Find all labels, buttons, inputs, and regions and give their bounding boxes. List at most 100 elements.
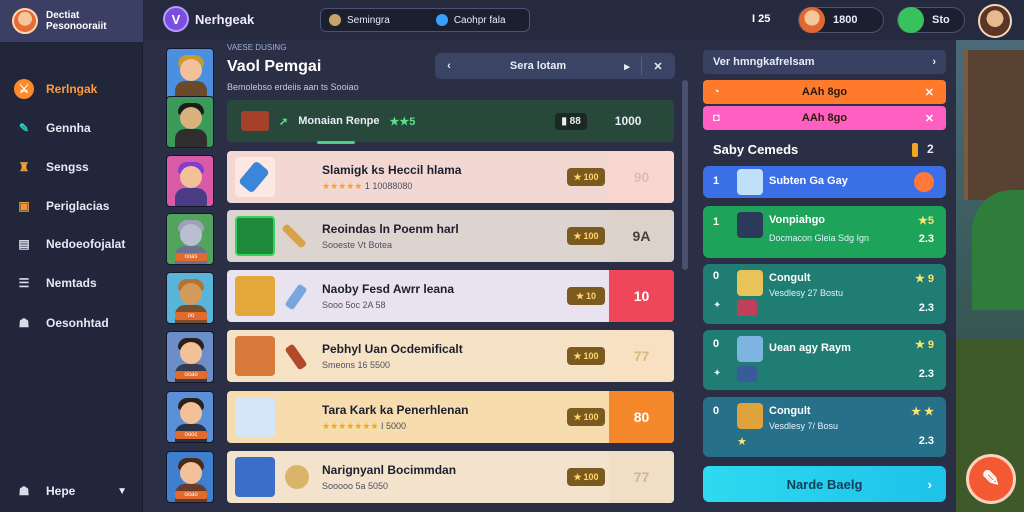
card-avatar	[737, 169, 763, 195]
card-rating: ★ 9	[914, 273, 934, 285]
card-subtitle: Vesdlesy 7/ Bosu	[769, 421, 839, 431]
shield-icon	[285, 465, 309, 489]
sidebar-item-label: Sengss	[46, 160, 89, 174]
chevron-left-icon[interactable]: ‹	[435, 53, 463, 79]
item-score: 77	[609, 330, 674, 382]
rank-value: 100	[583, 231, 599, 241]
quest-card[interactable]: 0 Uean agy Raym ★ 9 2.3 ✦	[703, 330, 946, 390]
pink-action-button[interactable]: ◘ AAh 8go ✕	[703, 106, 946, 130]
sidebar-item-label: Nedoeofojalat	[46, 237, 126, 251]
portrait-icon	[235, 216, 275, 256]
sidebar-item-periglacias[interactable]: ▣ Periglacias	[10, 191, 135, 221]
forward-icon[interactable]: ▸	[613, 53, 641, 79]
character-avatar[interactable]: ooao	[166, 451, 214, 503]
featured-score: 1000	[614, 114, 642, 128]
scrollbar[interactable]	[682, 80, 688, 270]
card-value: 2.3	[918, 302, 934, 314]
top-counter: I 25	[752, 13, 771, 25]
featured-tag: ▮ 88	[555, 112, 587, 130]
rank-badge: ★ 100	[567, 468, 605, 486]
item-stars: ★★★★★	[322, 181, 363, 191]
close-icon[interactable]: ✕	[642, 53, 674, 79]
coin-value-a: 1800	[833, 14, 858, 26]
orange-action-button[interactable]: ◔ AAh 8go ✕	[703, 80, 946, 104]
list-item[interactable]: Naoby Fesd Awrr leana Sooo 5oc 2A 58 ★ 10…	[227, 270, 674, 322]
quest-card[interactable]: 0 Congult Vesdlesy 27 Bostu ★ 9 2.3 ✦	[703, 264, 946, 324]
search-icon	[329, 14, 341, 26]
app-logo[interactable]: V	[163, 6, 189, 32]
coin-pill-b[interactable]: Sto	[897, 7, 965, 33]
tab-sera-lotam[interactable]: Sera lotam	[463, 53, 613, 79]
item-meta: ★★★★★ 1 10088080	[322, 181, 412, 192]
pink-action-label: AAh 8go	[801, 112, 848, 124]
quest-card[interactable]: 1 Subten Ga Gay	[703, 166, 946, 198]
card-avatar	[737, 336, 763, 362]
character-avatar[interactable]	[166, 155, 214, 207]
portrait-icon	[235, 457, 275, 497]
right-panel-header[interactable]: Ver hmngkafrelsam ›	[703, 50, 946, 74]
user-avatar[interactable]	[978, 4, 1012, 38]
card-value: 2.3	[918, 435, 934, 447]
card-name: Subten Ga Gay	[769, 175, 848, 187]
quest-card[interactable]: 0 Congult Vesdlesy 7/ Bosu ★ ★ 2.3 ★	[703, 397, 946, 457]
character-avatar[interactable]: ooas	[166, 213, 214, 265]
panel-title: Vaol Pemgai	[227, 58, 322, 75]
card-value: 2.3	[918, 368, 934, 380]
quest-card[interactable]: 1 Vonpiahgo Docmacon Gleia Sdg Ign ★5 2.…	[703, 206, 946, 258]
list-item[interactable]: Narignyanl Bocimmdan Sooooo 5a 5050 ★ 100…	[227, 451, 674, 503]
sidebar-item-oesonhtad[interactable]: ☗ Oesonhtad	[10, 308, 135, 338]
card-name: Congult	[769, 405, 811, 417]
sidebar-item-nedoeofojalat[interactable]: ▤ Nedoeofojalat	[10, 229, 135, 259]
portrait-icon	[235, 336, 275, 376]
list-item[interactable]: Slamigk ks Heccil hlama ★★★★★ 1 10088080…	[227, 151, 674, 203]
card-index: 1	[713, 216, 720, 228]
chevron-right-icon: ›	[927, 476, 932, 492]
sidebar-item-gennha[interactable]: ✎ Gennha	[10, 113, 135, 143]
pin-icon: ✎	[18, 121, 30, 135]
rank-value: 100	[583, 172, 599, 182]
pin-icon: ✦	[713, 300, 722, 311]
coin-pill-a[interactable]: 1800	[798, 7, 884, 33]
cta-button[interactable]: Narde Baelg ›	[703, 466, 946, 502]
reward-icon	[737, 300, 757, 316]
search-bar[interactable]: Semingra Caohpr fala	[320, 8, 530, 32]
star-icon: ★	[737, 436, 747, 448]
list-item[interactable]: Reoindas ln Poenm harl Sooeste Vt Botea …	[227, 210, 674, 262]
sidebar-item-rerlngak[interactable]: ⚔ Rerlngak	[10, 74, 135, 104]
right-header-label: Ver hmngkafrelsam	[713, 56, 815, 68]
sword-icon: ⚔	[14, 79, 34, 99]
search-right-label: Caohpr fala	[453, 14, 506, 26]
sidebar-item-sengss[interactable]: ♜ Sengss	[10, 152, 135, 182]
sidebar-footer-hepe[interactable]: ☗ Hepe ▼	[10, 477, 135, 505]
item-name: Pebhyl Uan Ocdemificalt	[322, 342, 463, 356]
rank-badge: ★ 10	[567, 287, 605, 305]
rank-badge: ★ 100	[567, 347, 605, 365]
list-item[interactable]: Tara Kark ka Penerhlenan ★★★★★★★ I 5000 …	[227, 391, 674, 443]
item-name: Tara Kark ka Penerhlenan	[322, 403, 469, 417]
floating-action-button[interactable]: ✎	[966, 454, 1016, 504]
chevron-right-icon: ›	[932, 56, 936, 68]
character-avatar[interactable]	[166, 96, 214, 148]
people-icon: ☗	[18, 316, 30, 330]
app-title: Nerhgeak	[195, 12, 255, 27]
list-item[interactable]: Pebhyl Uan Ocdemificalt Smeons 16 5500 ★…	[227, 330, 674, 382]
item-name: Narignyanl Bocimmdan	[322, 463, 457, 477]
character-avatar[interactable]: ooao	[166, 331, 214, 383]
item-score: 90	[609, 151, 674, 203]
character-avatar[interactable]: oooc	[166, 391, 214, 443]
featured-row[interactable]: ➚ Monaian Renpe ★★5 ▮ 88 1000	[227, 100, 674, 142]
card-subtitle: Docmacon Gleia Sdg Ign	[769, 233, 870, 243]
character-avatar[interactable]: oo	[166, 272, 214, 324]
sidebar-item-nemtads[interactable]: ☰ Nemtads	[10, 268, 135, 298]
filter-icon	[435, 14, 448, 26]
item-score: 10	[609, 270, 674, 322]
rank-badge: ★ 100	[567, 168, 605, 186]
alert-icon	[914, 172, 934, 192]
item-meta-text: 1 10088080	[364, 181, 413, 191]
search-left-label: Semingra	[347, 14, 390, 26]
character-avatar[interactable]	[166, 48, 214, 100]
card-index: 1	[713, 175, 720, 187]
brand-header[interactable]: Dectiat Pesonooraiit	[0, 0, 143, 42]
feather-icon: ✎	[981, 466, 1001, 491]
section-count: 2	[927, 142, 934, 156]
